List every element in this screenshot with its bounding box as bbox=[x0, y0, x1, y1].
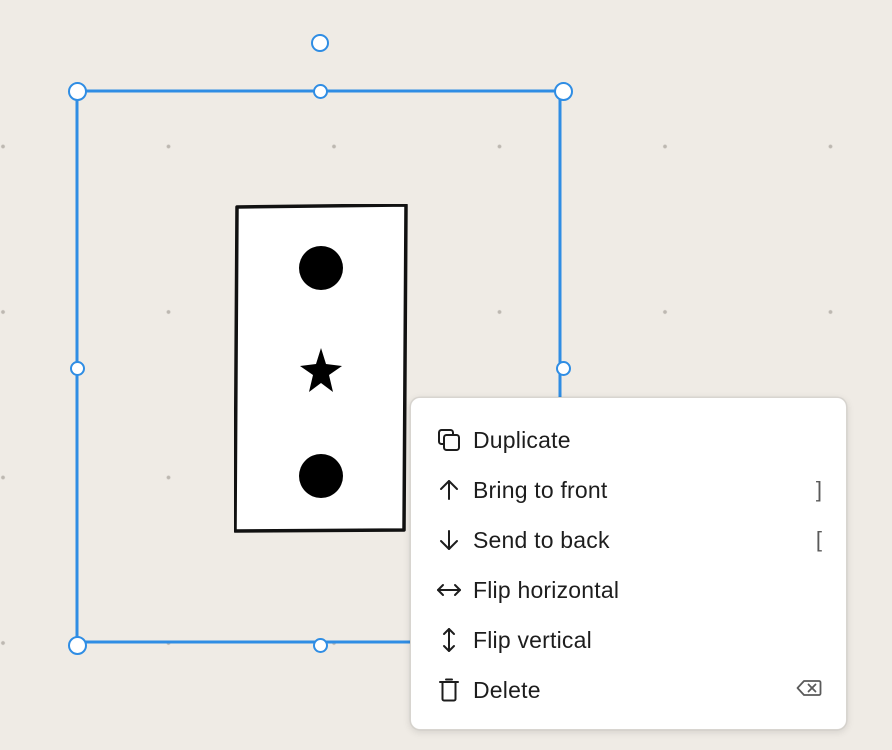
duplicate-icon bbox=[435, 426, 463, 454]
resize-handle-right[interactable] bbox=[555, 360, 571, 376]
menu-item-label: Delete bbox=[473, 676, 541, 703]
menu-item-bring-to-front[interactable]: Bring to front ] bbox=[411, 465, 846, 515]
trash-icon bbox=[435, 676, 463, 704]
resize-handle-bottom-left[interactable] bbox=[67, 635, 87, 655]
menu-item-send-to-back[interactable]: Send to back [ bbox=[411, 515, 846, 565]
arrow-up-icon bbox=[435, 476, 463, 504]
menu-item-label: Bring to front bbox=[473, 476, 608, 503]
resize-handle-left[interactable] bbox=[69, 360, 85, 376]
menu-item-label: Send to back bbox=[473, 526, 610, 553]
backspace-key-icon bbox=[796, 677, 822, 703]
resize-handle-top-left[interactable] bbox=[67, 81, 87, 101]
arrow-down-icon bbox=[435, 526, 463, 554]
menu-item-shortcut: ] bbox=[815, 477, 822, 502]
menu-item-delete[interactable]: Delete bbox=[411, 665, 846, 715]
menu-item-label: Flip horizontal bbox=[473, 576, 620, 603]
flip-horizontal-icon bbox=[435, 576, 463, 604]
context-menu: Duplicate Bring to front ] Send to back bbox=[410, 397, 847, 730]
menu-item-duplicate[interactable]: Duplicate bbox=[411, 415, 846, 465]
resize-handle-top[interactable] bbox=[312, 83, 328, 99]
canvas[interactable]: Duplicate Bring to front ] Send to back bbox=[0, 0, 892, 750]
resize-handle-bottom[interactable] bbox=[312, 637, 328, 653]
rotate-handle[interactable] bbox=[311, 34, 329, 52]
menu-item-label: Flip vertical bbox=[473, 626, 592, 653]
menu-item-flip-horizontal[interactable]: Flip horizontal bbox=[411, 565, 846, 615]
menu-item-shortcut: [ bbox=[815, 527, 822, 552]
menu-item-flip-vertical[interactable]: Flip vertical bbox=[411, 615, 846, 665]
resize-handle-top-right[interactable] bbox=[553, 81, 573, 101]
menu-item-label: Duplicate bbox=[473, 426, 571, 453]
flip-vertical-icon bbox=[435, 626, 463, 654]
